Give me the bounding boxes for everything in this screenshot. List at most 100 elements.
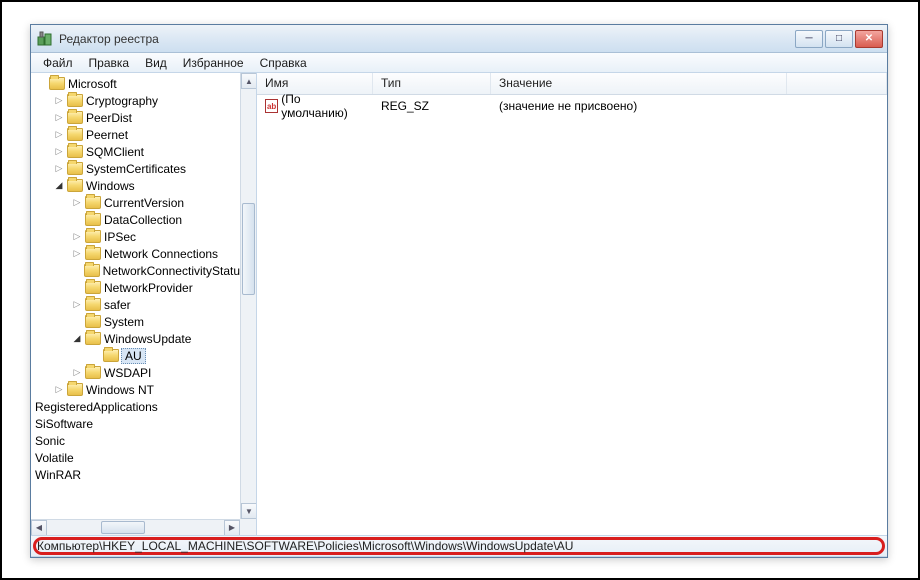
tree-node-windows[interactable]: ◢Windows: [33, 177, 240, 194]
value-name-cell: ab (По умолчанию): [257, 92, 373, 120]
expander-icon[interactable]: ▷: [53, 163, 65, 175]
value-type: REG_SZ: [373, 99, 491, 113]
tree-label: Sonic: [35, 434, 65, 448]
expander-icon[interactable]: [71, 265, 82, 277]
values-list[interactable]: ab (По умолчанию) REG_SZ (значение не пр…: [257, 95, 887, 535]
tree-node[interactable]: ▷CurrentVersion: [33, 194, 240, 211]
tree-node[interactable]: NetworkProvider: [33, 279, 240, 296]
value-row[interactable]: ab (По умолчанию) REG_SZ (значение не пр…: [257, 97, 887, 115]
expander-icon[interactable]: [71, 282, 83, 294]
tree-label: Cryptography: [86, 94, 158, 108]
expander-icon[interactable]: ▷: [53, 112, 65, 124]
tree-node[interactable]: WinRAR: [33, 466, 240, 483]
expander-icon[interactable]: ◢: [71, 333, 83, 345]
scroll-track[interactable]: [47, 520, 224, 536]
tree-label: NetworkProvider: [104, 281, 193, 295]
menu-edit[interactable]: Правка: [81, 54, 138, 72]
scroll-down-icon[interactable]: ▼: [241, 503, 257, 519]
expander-icon[interactable]: ◢: [53, 180, 65, 192]
string-value-icon: ab: [265, 99, 278, 113]
tree-node[interactable]: Volatile: [33, 449, 240, 466]
scroll-corner: [240, 519, 256, 535]
expander-icon[interactable]: ▷: [71, 299, 83, 311]
folder-icon: [67, 94, 83, 107]
tree-label: DataCollection: [104, 213, 182, 227]
scroll-up-icon[interactable]: ▲: [241, 73, 257, 89]
folder-icon: [85, 366, 101, 379]
tree-node[interactable]: ▷ Cryptography: [33, 92, 240, 109]
menu-help[interactable]: Справка: [252, 54, 315, 72]
tree-label: Volatile: [35, 451, 74, 465]
expander-icon[interactable]: [71, 214, 83, 226]
tree-node-windowsupdate[interactable]: ◢ WindowsUpdate: [33, 330, 240, 347]
expander-icon[interactable]: [71, 316, 83, 328]
tree-node[interactable]: DataCollection: [33, 211, 240, 228]
menu-favorites[interactable]: Избранное: [175, 54, 252, 72]
tree-node[interactable]: ▷WSDAPI: [33, 364, 240, 381]
tree-label: safer: [104, 298, 131, 312]
expander-icon[interactable]: [35, 78, 47, 90]
folder-icon: [67, 111, 83, 124]
expander-icon[interactable]: ▷: [71, 231, 83, 243]
status-path: Компьютер\HKEY_LOCAL_MACHINE\SOFTWARE\Po…: [37, 539, 573, 553]
tree-node[interactable]: SiSoftware: [33, 415, 240, 432]
tree-label: SystemCertificates: [86, 162, 186, 176]
folder-icon: [85, 298, 101, 311]
tree-node-au[interactable]: AU: [33, 347, 240, 364]
maximize-button[interactable]: □: [825, 30, 853, 48]
tree-node[interactable]: Sonic: [33, 432, 240, 449]
expander-icon[interactable]: ▷: [71, 248, 83, 260]
column-type[interactable]: Тип: [373, 73, 491, 94]
close-button[interactable]: ✕: [855, 30, 883, 48]
tree-node[interactable]: ▷ SystemCertificates: [33, 160, 240, 177]
scroll-thumb[interactable]: [242, 203, 255, 295]
tree-hscrollbar[interactable]: ◀ ▶: [31, 519, 240, 535]
tree-label: Network Connections: [104, 247, 218, 261]
folder-icon: [67, 145, 83, 158]
tree-label: Microsoft: [68, 77, 117, 91]
tree-label: WindowsUpdate: [104, 332, 191, 346]
registry-tree[interactable]: Microsoft ▷ Cryptography ▷PeerDist ▷Peern…: [31, 73, 240, 485]
folder-icon: [85, 281, 101, 294]
window-title: Редактор реестра: [59, 32, 795, 46]
folder-icon: [85, 332, 101, 345]
expander-icon[interactable]: ▷: [53, 95, 65, 107]
expander-icon[interactable]: ▷: [53, 146, 65, 158]
tree-node[interactable]: System: [33, 313, 240, 330]
value-data: (значение не присвоено): [491, 99, 887, 113]
tree-node[interactable]: ▷IPSec: [33, 228, 240, 245]
tree-node[interactable]: ▷ SQMClient: [33, 143, 240, 160]
tree-label: SQMClient: [86, 145, 144, 159]
tree-node[interactable]: ▷Peernet: [33, 126, 240, 143]
body: Microsoft ▷ Cryptography ▷PeerDist ▷Peern…: [31, 73, 887, 535]
scroll-thumb[interactable]: [101, 521, 145, 534]
menu-view[interactable]: Вид: [137, 54, 175, 72]
tree-node[interactable]: ▷PeerDist: [33, 109, 240, 126]
expander-icon[interactable]: ▷: [71, 367, 83, 379]
folder-icon: [85, 247, 101, 260]
folder-icon: [85, 315, 101, 328]
scroll-left-icon[interactable]: ◀: [31, 520, 47, 536]
expander-icon[interactable]: ▷: [53, 384, 65, 396]
column-name[interactable]: Имя: [257, 73, 373, 94]
window-buttons: ─ □ ✕: [795, 30, 883, 48]
values-pane: Имя Тип Значение ab (По умолчанию) REG_S…: [257, 73, 887, 535]
tree-node[interactable]: RegisteredApplications: [33, 398, 240, 415]
tree-node[interactable]: NetworkConnectivityStatu: [33, 262, 240, 279]
folder-icon: [103, 349, 119, 362]
tree-node[interactable]: ▷ Network Connections: [33, 245, 240, 262]
tree-node[interactable]: ▷ safer: [33, 296, 240, 313]
scroll-right-icon[interactable]: ▶: [224, 520, 240, 536]
expander-icon[interactable]: ▷: [71, 197, 83, 209]
tree-vscrollbar[interactable]: ▲ ▼: [240, 73, 256, 519]
column-value[interactable]: Значение: [491, 73, 787, 94]
minimize-button[interactable]: ─: [795, 30, 823, 48]
tree-label-selected: AU: [121, 348, 146, 364]
menu-file[interactable]: Файл: [35, 54, 81, 72]
tree-node-microsoft[interactable]: Microsoft: [33, 75, 240, 92]
expander-icon[interactable]: [89, 350, 101, 362]
tree-node[interactable]: ▷Windows NT: [33, 381, 240, 398]
titlebar[interactable]: Редактор реестра ─ □ ✕: [31, 25, 887, 53]
tree-pane: Microsoft ▷ Cryptography ▷PeerDist ▷Peern…: [31, 73, 257, 535]
expander-icon[interactable]: ▷: [53, 129, 65, 141]
